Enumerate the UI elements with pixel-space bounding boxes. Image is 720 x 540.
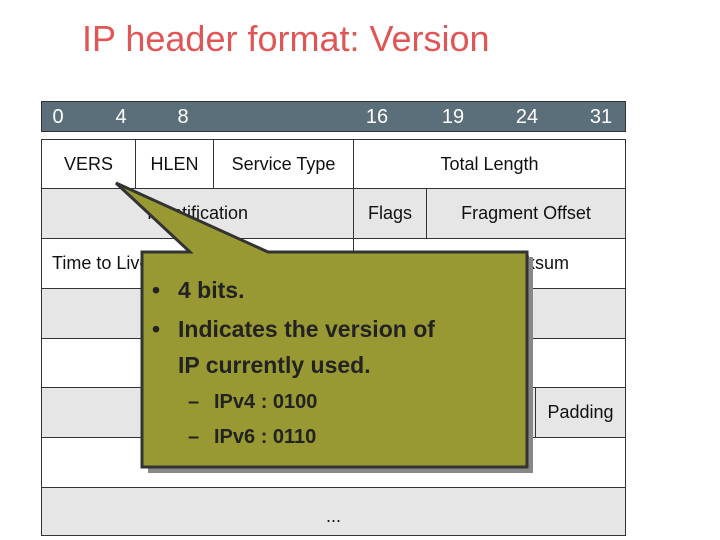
callout-shape xyxy=(114,181,533,473)
callout-subitem: – IPv6 : 0110 xyxy=(188,426,317,448)
callout-bullet: • 4 bits. xyxy=(152,277,245,303)
callout-text: • 4 bits. • Indicates the version of IP cu… xyxy=(150,272,435,455)
callout-bullet-continuation: IP currently used. xyxy=(178,352,371,378)
callout-bullet: • Indicates the version of xyxy=(152,316,435,342)
callout-subitem: – IPv4 : 0100 xyxy=(188,391,318,413)
